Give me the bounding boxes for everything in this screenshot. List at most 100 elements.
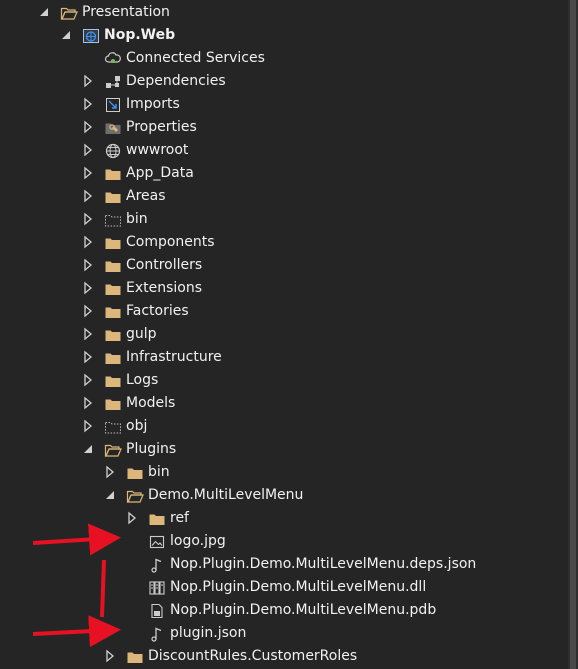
tree-item-label: obj [126, 418, 148, 434]
scrollbar-thumb[interactable] [570, 0, 576, 669]
tree-item-label: bin [148, 464, 170, 480]
tree-item-nop-plugin-demo-multilevelmenu-pdb[interactable]: Nop.Plugin.Demo.MultiLevelMenu.pdb [0, 599, 568, 622]
tree-item-label: Dependencies [126, 73, 226, 89]
properties-icon [104, 119, 122, 137]
expand-arrow-icon[interactable] [81, 419, 95, 433]
connected-services-icon [104, 50, 122, 68]
tree-item-wwwroot[interactable]: wwwroot [0, 139, 568, 162]
pdb-file-icon [148, 602, 166, 620]
expand-arrow-icon[interactable] [81, 304, 95, 318]
tree-item-factories[interactable]: Factories [0, 300, 568, 323]
tree-item-label: Imports [126, 96, 180, 112]
collapse-arrow-icon[interactable] [37, 5, 51, 19]
globe-icon [104, 142, 122, 160]
expand-arrow-icon[interactable] [81, 120, 95, 134]
tree-item-label: bin [126, 211, 148, 227]
tree-item-label: Logs [126, 372, 159, 388]
folder-open-icon [104, 441, 122, 459]
folder-icon [104, 372, 122, 390]
excluded-folder-icon [104, 211, 122, 229]
folder-icon [148, 510, 166, 528]
tree-item-gulp[interactable]: gulp [0, 323, 568, 346]
tree-item-label: Nop.Plugin.Demo.MultiLevelMenu.deps.json [170, 556, 477, 572]
collapse-arrow-icon[interactable] [81, 442, 95, 456]
tree-item-properties[interactable]: Properties [0, 116, 568, 139]
tree-item-components[interactable]: Components [0, 231, 568, 254]
tree-item-label: Areas [126, 188, 166, 204]
folder-icon [104, 165, 122, 183]
expand-arrow-icon[interactable] [81, 396, 95, 410]
tree-item-nop-plugin-demo-multilevelmenu-dll[interactable]: Nop.Plugin.Demo.MultiLevelMenu.dll [0, 576, 568, 599]
tree-item-bin[interactable]: bin [0, 208, 568, 231]
expand-arrow-icon[interactable] [81, 166, 95, 180]
folder-icon [126, 648, 144, 666]
tree-item-nop-plugin-demo-multilevelmenu-deps-json[interactable]: Nop.Plugin.Demo.MultiLevelMenu.deps.json [0, 553, 568, 576]
folder-icon [104, 280, 122, 298]
collapse-arrow-icon[interactable] [59, 28, 73, 42]
tree-item-label: Connected Services [126, 50, 265, 66]
tree-item-logs[interactable]: Logs [0, 369, 568, 392]
tree-item-label: DiscountRules.CustomerRoles [148, 648, 358, 664]
tree-item-infrastructure[interactable]: Infrastructure [0, 346, 568, 369]
tree-item-label: Components [126, 234, 215, 250]
folder-icon [104, 349, 122, 367]
folder-icon [104, 257, 122, 275]
expand-arrow-icon[interactable] [81, 235, 95, 249]
json-file-icon [148, 556, 166, 574]
folder-icon [104, 188, 122, 206]
tree-item-label: Properties [126, 119, 197, 135]
tree-item-label: App_Data [126, 165, 194, 181]
tree-item-demo-multilevelmenu[interactable]: Demo.MultiLevelMenu [0, 484, 568, 507]
folder-open-icon [60, 4, 78, 22]
tree-item-label: Infrastructure [126, 349, 222, 365]
tree-item-obj[interactable]: obj [0, 415, 568, 438]
tree-item-controllers[interactable]: Controllers [0, 254, 568, 277]
tree-item-presentation[interactable]: Presentation [0, 1, 568, 24]
folder-icon [104, 326, 122, 344]
tree-item-label: Presentation [82, 4, 170, 20]
tree-item-nop-web[interactable]: Nop.Web [0, 24, 568, 47]
tree-item-discountrules-customerroles[interactable]: DiscountRules.CustomerRoles [0, 645, 568, 668]
tree-item-plugins[interactable]: Plugins [0, 438, 568, 461]
expand-arrow-icon[interactable] [81, 74, 95, 88]
folder-icon [104, 303, 122, 321]
expand-arrow-icon[interactable] [125, 511, 139, 525]
json-file-icon [148, 625, 166, 643]
expand-arrow-icon[interactable] [81, 350, 95, 364]
tree-item-ref[interactable]: ref [0, 507, 568, 530]
expand-arrow-icon[interactable] [81, 327, 95, 341]
expand-arrow-icon[interactable] [81, 281, 95, 295]
imports-icon [104, 96, 122, 114]
expand-arrow-icon[interactable] [81, 212, 95, 226]
expand-arrow-icon[interactable] [103, 649, 117, 663]
tree-item-label: Nop.Plugin.Demo.MultiLevelMenu.dll [170, 579, 427, 595]
dll-file-icon [148, 579, 166, 597]
tree-item-label: wwwroot [126, 142, 189, 158]
collapse-arrow-icon[interactable] [103, 488, 117, 502]
vertical-scrollbar[interactable] [568, 0, 578, 669]
web-project-icon [82, 27, 100, 45]
tree-item-logo-jpg[interactable]: logo.jpg [0, 530, 568, 553]
tree-item-app-data[interactable]: App_Data [0, 162, 568, 185]
expand-arrow-icon[interactable] [81, 373, 95, 387]
tree-item-dependencies[interactable]: Dependencies [0, 70, 568, 93]
expand-arrow-icon[interactable] [81, 97, 95, 111]
expand-arrow-icon[interactable] [81, 258, 95, 272]
folder-icon [126, 464, 144, 482]
tree-item-label: gulp [126, 326, 157, 342]
expand-arrow-icon[interactable] [81, 189, 95, 203]
tree-item-connected-services[interactable]: Connected Services [0, 47, 568, 70]
tree-item-label: Models [126, 395, 176, 411]
tree-item-extensions[interactable]: Extensions [0, 277, 568, 300]
tree-item-plugin-json[interactable]: plugin.json [0, 622, 568, 645]
tree-item-areas[interactable]: Areas [0, 185, 568, 208]
tree-item-bin[interactable]: bin [0, 461, 568, 484]
dependencies-icon [104, 73, 122, 91]
tree-item-label: Extensions [126, 280, 203, 296]
tree-item-label: ref [170, 510, 189, 526]
tree-item-label: Nop.Web [104, 27, 176, 43]
expand-arrow-icon[interactable] [103, 465, 117, 479]
tree-item-imports[interactable]: Imports [0, 93, 568, 116]
expand-arrow-icon[interactable] [81, 143, 95, 157]
tree-item-models[interactable]: Models [0, 392, 568, 415]
